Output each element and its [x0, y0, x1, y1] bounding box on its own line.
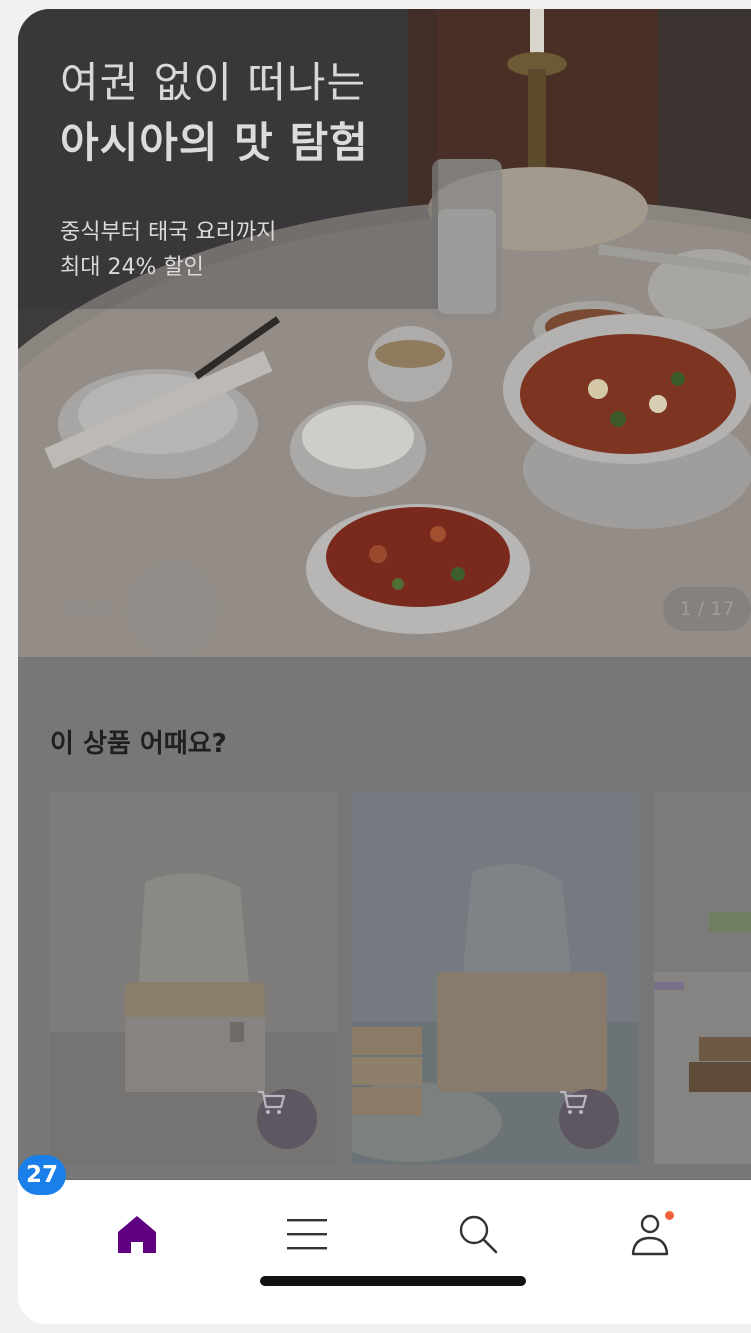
- hero-title-line1: 여권 없이 떠나는: [60, 58, 367, 107]
- product-image-3: [654, 792, 751, 1164]
- hero-date-range: 10.20 - 10.27: [60, 599, 188, 621]
- recommend-section: 이 상품 어때요?: [18, 657, 751, 1179]
- cart-icon: [257, 1090, 286, 1114]
- nav-home[interactable]: [107, 1204, 167, 1264]
- menu-icon: [287, 1219, 327, 1250]
- section-title: 이 상품 어때요?: [50, 729, 227, 759]
- home-indicator: [260, 1276, 526, 1286]
- cart-icon: [559, 1090, 588, 1114]
- nav-my[interactable]: [620, 1204, 680, 1264]
- hero-subtitle-line1: 중식부터 태국 요리까지: [60, 220, 277, 245]
- add-to-cart-button[interactable]: [559, 1089, 619, 1149]
- notification-dot: [665, 1211, 674, 1220]
- product-card-3[interactable]: [654, 792, 751, 1164]
- add-to-cart-button[interactable]: [257, 1089, 317, 1149]
- hero-title-line2: 아시아의 맛 탐험: [60, 118, 369, 167]
- search-icon: [459, 1215, 498, 1254]
- hero-subtitle-line2: 최대 24% 할인: [60, 255, 204, 280]
- product-card-1[interactable]: [50, 792, 337, 1164]
- nav-search[interactable]: [448, 1204, 508, 1264]
- counter-badge: 27: [18, 1155, 66, 1195]
- hero-banner[interactable]: 여권 없이 떠나는 아시아의 맛 탐험 중식부터 태국 요리까지 최대 24% …: [18, 9, 751, 657]
- bottom-nav: [18, 1180, 751, 1324]
- app-screen: 여권 없이 떠나는 아시아의 맛 탐험 중식부터 태국 요리까지 최대 24% …: [18, 9, 751, 1324]
- banner-pager[interactable]: 1 / 17: [663, 587, 751, 631]
- product-card-2[interactable]: [352, 792, 639, 1164]
- home-icon: [118, 1216, 156, 1253]
- nav-category[interactable]: [277, 1204, 337, 1264]
